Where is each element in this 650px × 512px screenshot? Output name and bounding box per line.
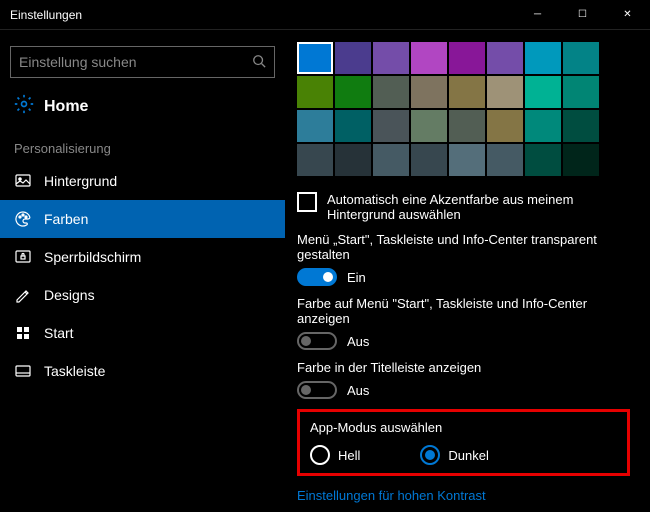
- color-swatch[interactable]: [335, 42, 371, 74]
- content: Automatisch eine Akzentfarbe aus meinem …: [285, 30, 650, 512]
- titlebarcolor-title: Farbe in der Titelleiste anzeigen: [297, 360, 630, 375]
- sidebar-item-designs[interactable]: Designs: [0, 276, 285, 314]
- radio-icon: [310, 445, 330, 465]
- sidebar-item-label: Start: [44, 325, 74, 341]
- color-swatch[interactable]: [335, 76, 371, 108]
- sidebar-item-taskleiste[interactable]: Taskleiste: [0, 352, 285, 390]
- color-swatch[interactable]: [563, 76, 599, 108]
- sperrbildschirm-icon: [14, 248, 32, 266]
- sidebar-item-start[interactable]: Start: [0, 314, 285, 352]
- color-swatch[interactable]: [487, 110, 523, 142]
- color-swatch[interactable]: [411, 42, 447, 74]
- sidebar-item-label: Taskleiste: [44, 363, 105, 379]
- color-swatch[interactable]: [297, 110, 333, 142]
- contrast-link[interactable]: Einstellungen für hohen Kontrast: [297, 488, 630, 503]
- appmode-title: App-Modus auswählen: [310, 420, 617, 435]
- home-label: Home: [44, 98, 88, 116]
- hintergrund-icon: [14, 172, 32, 190]
- window-title: Einstellungen: [10, 8, 515, 22]
- color-swatch[interactable]: [449, 42, 485, 74]
- color-swatch[interactable]: [411, 144, 447, 176]
- color-swatch[interactable]: [487, 42, 523, 74]
- sidebar-item-label: Farben: [44, 211, 88, 227]
- accent-auto-label: Automatisch eine Akzentfarbe aus meinem …: [327, 192, 630, 222]
- titlebar: Einstellungen ─ ☐ ✕: [0, 0, 650, 30]
- accent-auto-checkbox[interactable]: [297, 192, 317, 212]
- showcolor-toggle[interactable]: [297, 332, 337, 350]
- showcolor-state: Aus: [347, 334, 369, 349]
- appmode-light-label: Hell: [338, 448, 360, 463]
- sidebar-item-sperrbildschirm[interactable]: Sperrbildschirm: [0, 238, 285, 276]
- color-swatch[interactable]: [373, 144, 409, 176]
- close-button[interactable]: ✕: [605, 0, 650, 30]
- color-swatch[interactable]: [525, 76, 561, 108]
- color-swatch[interactable]: [373, 110, 409, 142]
- sidebar-item-label: Hintergrund: [44, 173, 117, 189]
- color-swatch[interactable]: [373, 76, 409, 108]
- color-swatch[interactable]: [297, 144, 333, 176]
- search-icon: [252, 54, 266, 71]
- color-swatch[interactable]: [487, 76, 523, 108]
- color-swatch[interactable]: [335, 144, 371, 176]
- search-input[interactable]: Einstellung suchen: [10, 46, 275, 78]
- sidebar-item-farben[interactable]: Farben: [0, 200, 285, 238]
- gear-icon: [14, 94, 34, 119]
- titlebarcolor-toggle[interactable]: [297, 381, 337, 399]
- color-swatch[interactable]: [525, 42, 561, 74]
- start-icon: [14, 324, 32, 342]
- color-swatch[interactable]: [449, 110, 485, 142]
- color-swatch[interactable]: [373, 42, 409, 74]
- home-nav[interactable]: Home: [0, 84, 285, 129]
- minimize-button[interactable]: ─: [515, 0, 560, 30]
- appmode-dark-label: Dunkel: [448, 448, 488, 463]
- sidebar-item-hintergrund[interactable]: Hintergrund: [0, 162, 285, 200]
- showcolor-title: Farbe auf Menü "Start", Taskleiste und I…: [297, 296, 630, 326]
- color-swatch[interactable]: [487, 144, 523, 176]
- sidebar-item-label: Designs: [44, 287, 95, 303]
- color-swatch[interactable]: [525, 144, 561, 176]
- search-placeholder: Einstellung suchen: [19, 54, 137, 70]
- color-swatch[interactable]: [449, 144, 485, 176]
- transparent-toggle[interactable]: [297, 268, 337, 286]
- appmode-light[interactable]: Hell: [310, 445, 360, 465]
- titlebarcolor-state: Aus: [347, 383, 369, 398]
- maximize-button[interactable]: ☐: [560, 0, 605, 30]
- color-swatch[interactable]: [411, 76, 447, 108]
- designs-icon: [14, 286, 32, 304]
- color-swatch[interactable]: [563, 144, 599, 176]
- farben-icon: [14, 210, 32, 228]
- section-header: Personalisierung: [0, 129, 285, 162]
- color-swatch[interactable]: [563, 110, 599, 142]
- color-swatch[interactable]: [563, 42, 599, 74]
- sidebar-item-label: Sperrbildschirm: [44, 249, 141, 265]
- radio-icon: [420, 445, 440, 465]
- color-swatch[interactable]: [297, 42, 333, 74]
- transparent-title: Menü „Start", Taskleiste und Info-Center…: [297, 232, 630, 262]
- transparent-state: Ein: [347, 270, 366, 285]
- color-swatch[interactable]: [297, 76, 333, 108]
- color-swatch[interactable]: [411, 110, 447, 142]
- color-swatch[interactable]: [525, 110, 561, 142]
- appmode-dark[interactable]: Dunkel: [420, 445, 488, 465]
- color-swatch[interactable]: [335, 110, 371, 142]
- taskleiste-icon: [14, 362, 32, 380]
- color-palette: [297, 42, 630, 176]
- color-swatch[interactable]: [449, 76, 485, 108]
- appmode-highlight: App-Modus auswählen Hell Dunkel: [297, 409, 630, 476]
- sidebar: Einstellung suchen Home Personalisierung…: [0, 30, 285, 512]
